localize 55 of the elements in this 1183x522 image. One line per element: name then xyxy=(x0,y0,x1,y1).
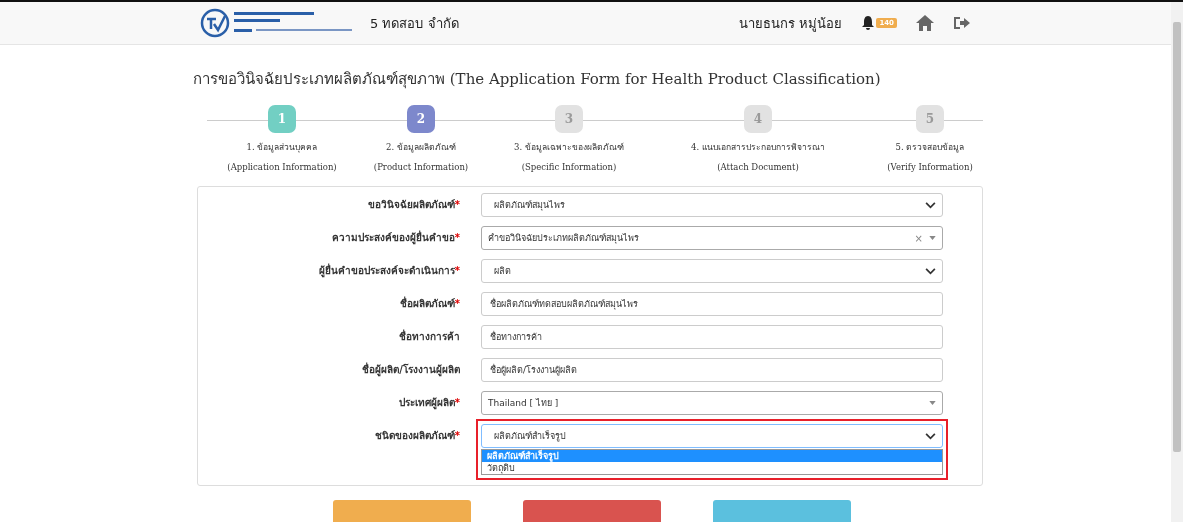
step-sublabel: (Verify Information) xyxy=(887,162,973,172)
step-sublabel: (Product Information) xyxy=(373,162,469,172)
field-label: ผู้ยื่นคำขอประสงค์จะดำเนินการ xyxy=(318,265,455,276)
required-mark: * xyxy=(454,265,460,276)
step-sublabel: (Specific Information) xyxy=(521,162,617,172)
text-field[interactable]: ชื่อผลิตภัณฑ์ทดสอบผลิตภัณฑ์สมุนไพร xyxy=(481,292,943,316)
text-field[interactable]: ชื่อทางการค้า xyxy=(481,325,943,349)
home-icon[interactable] xyxy=(915,14,935,32)
field-label: ชื่อทางการค้า xyxy=(399,331,460,342)
required-mark: * xyxy=(454,397,460,408)
select-field[interactable]: ผลิต xyxy=(481,259,943,283)
field-label: ชื่อผู้ผลิต/โรงงานผู้ผลิต xyxy=(362,364,460,375)
text-field[interactable]: ชื่อผู้ผลิต/โรงงานผู้ผลิต xyxy=(481,358,943,382)
dropdown-option[interactable]: วัตถุดิบ xyxy=(482,462,942,474)
select-value: ผลิตภัณฑ์สำเร็จรูป xyxy=(493,429,566,443)
step-label: 1. ข้อมูลส่วนบุคคล xyxy=(246,141,318,154)
clear-button[interactable]: × xyxy=(914,232,923,244)
step-sublabel: (Application Information) xyxy=(227,162,337,172)
scrollbar[interactable] xyxy=(1171,2,1183,522)
field-label: ชนิดของผลิตภัณฑ์ xyxy=(374,430,455,441)
field-label: ประเทศผู้ผลิต xyxy=(398,397,455,408)
combo-value: คำขอวินิจฉัยประเภทผลิตภัณฑ์สมุนไพร xyxy=(488,232,640,245)
required-mark: * xyxy=(454,430,460,441)
select-field[interactable]: ผลิตภัณฑ์สมุนไพร xyxy=(481,193,943,217)
combo-field[interactable]: คำขอวินิจฉัยประเภทผลิตภัณฑ์สมุนไพร × xyxy=(481,226,943,250)
step-label: 2. ข้อมูลผลิตภัณฑ์ xyxy=(386,141,456,154)
chevron-icon xyxy=(925,432,936,440)
action-button[interactable] xyxy=(333,500,471,522)
chevron-icon xyxy=(925,201,936,209)
field-label: ความประสงค์ของผู้ยื่นคำขอ xyxy=(331,232,455,243)
step-sublabel: (Attach Document) xyxy=(717,162,799,172)
required-mark: * xyxy=(454,298,460,309)
combo-field[interactable]: Thailand [ ไทย ] xyxy=(481,391,943,415)
caret-icon xyxy=(929,236,936,240)
step-label: 5. ตรวจสอบข้อมูล xyxy=(895,141,965,154)
select-value: ผลิตภัณฑ์สมุนไพร xyxy=(493,199,565,212)
field-label: ชื่อผลิตภัณฑ์ xyxy=(399,298,455,309)
step-label: 3. ข้อมูลเฉพาะของผลิตภัณฑ์ xyxy=(514,141,624,154)
company-name: 5 ทดสอบ จำกัด xyxy=(370,14,459,33)
action-button[interactable] xyxy=(713,500,851,522)
logo-icon xyxy=(200,8,230,38)
select-value: ผลิต xyxy=(493,265,511,278)
select-field[interactable]: ผลิตภัณฑ์สำเร็จรูป xyxy=(481,424,943,448)
required-mark: * xyxy=(454,232,460,243)
user-name[interactable]: นายธนกร หมู่น้อย xyxy=(739,12,843,34)
action-button[interactable] xyxy=(523,500,661,522)
combo-value: Thailand [ ไทย ] xyxy=(488,397,560,410)
page-title: การขอวินิจฉัยประเภทผลิตภัณฑ์สุขภาพ (The Application Form for Health Product Classification) xyxy=(193,69,882,91)
required-mark: * xyxy=(454,199,460,210)
caret-icon xyxy=(929,401,936,405)
step-label: 4. แนบเอกสารประกอบการพิจารณา xyxy=(691,141,825,154)
chevron-icon xyxy=(925,267,936,275)
field-label: ขอวินิจฉัยผลิตภัณฑ์ xyxy=(367,199,455,210)
bell-icon[interactable] xyxy=(860,15,877,31)
logout-icon[interactable] xyxy=(953,15,971,31)
